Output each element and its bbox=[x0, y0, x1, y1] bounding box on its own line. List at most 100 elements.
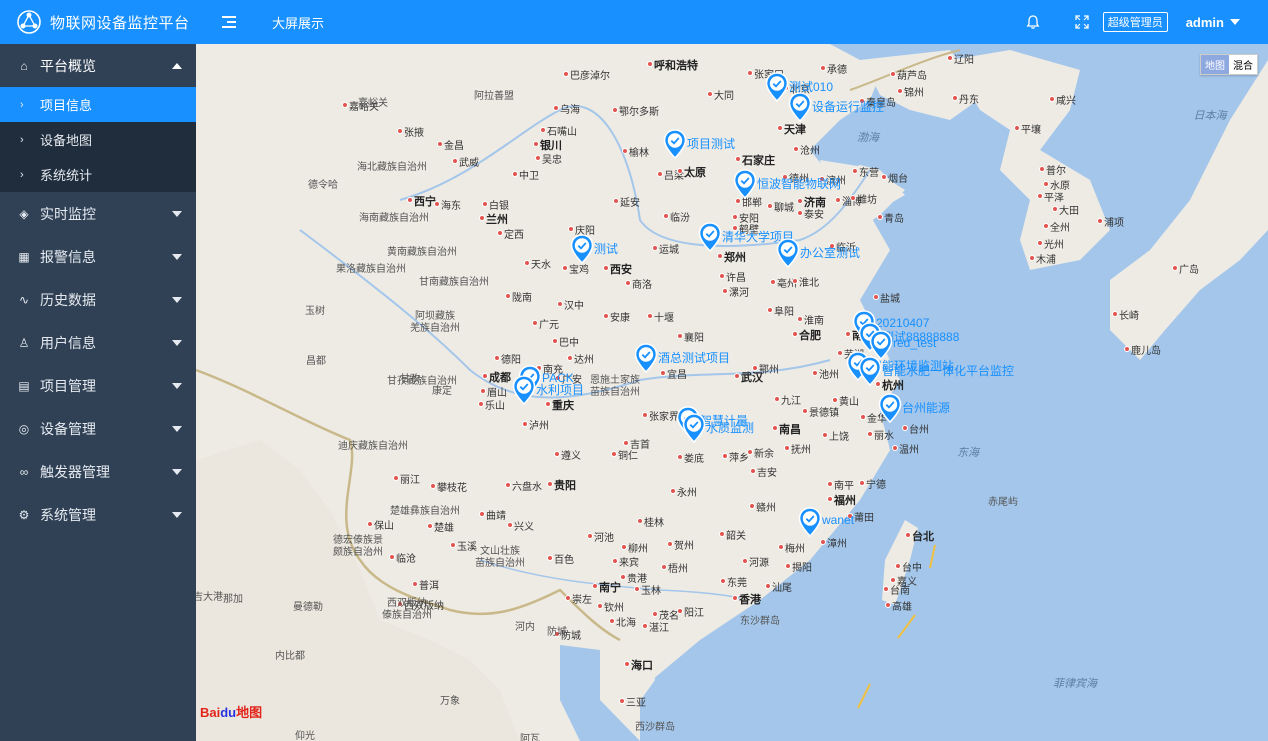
device-icon: ◎ bbox=[18, 421, 30, 436]
chevron-right-icon: › bbox=[20, 168, 24, 181]
city-label: 海东 bbox=[434, 197, 461, 212]
sidebar-item-1[interactable]: ◈ 实时监控 bbox=[0, 192, 196, 235]
user-name[interactable]: admin bbox=[1186, 15, 1224, 30]
city-label: 鄂州 bbox=[752, 361, 779, 376]
city-label: 汉中 bbox=[557, 297, 584, 312]
device-location-marker-icon[interactable] bbox=[663, 129, 687, 160]
marker-label[interactable]: 测试 bbox=[594, 240, 618, 257]
city-label: 白银 bbox=[482, 197, 509, 212]
city-label: 浦项 bbox=[1097, 214, 1124, 229]
city-label: 普尔 bbox=[1039, 162, 1066, 177]
city-label: 吴忠 bbox=[535, 151, 562, 166]
region-label: 东沙群岛 bbox=[740, 616, 780, 627]
marker-label[interactable]: 恒波智能物联网 bbox=[757, 175, 841, 192]
device-location-marker-icon[interactable] bbox=[634, 343, 658, 374]
marker-label[interactable]: 项目测试 bbox=[687, 135, 735, 152]
sidebar-item-label: 历史数据 bbox=[40, 291, 96, 308]
device-location-marker-icon[interactable] bbox=[570, 234, 594, 265]
sidebar-item-4[interactable]: ♙ 用户信息 bbox=[0, 321, 196, 364]
city-label: 丹东 bbox=[952, 91, 979, 106]
sidebar-item-2[interactable]: ▦ 报警信息 bbox=[0, 235, 196, 278]
city-label: 许昌 bbox=[719, 269, 746, 284]
device-location-marker-icon[interactable] bbox=[698, 222, 722, 253]
region-label: 康定 bbox=[432, 386, 452, 397]
sidebar-item-5[interactable]: ▤ 项目管理 bbox=[0, 364, 196, 407]
city-label: 淮南 bbox=[797, 312, 824, 327]
fullscreen-icon[interactable] bbox=[1075, 15, 1089, 29]
role-badge: 超级管理员 bbox=[1102, 12, 1168, 32]
bell-icon[interactable] bbox=[1025, 14, 1041, 30]
marker-label[interactable]: wanet bbox=[822, 513, 854, 527]
city-label: 柳州 bbox=[621, 540, 648, 555]
city-label: 南宁 bbox=[592, 579, 621, 595]
submenu-item-label: 设备地图 bbox=[40, 133, 93, 148]
city-label: 宜昌 bbox=[660, 366, 687, 381]
device-location-marker-icon[interactable] bbox=[878, 393, 902, 424]
sidebar-item-label: 用户信息 bbox=[40, 334, 96, 351]
map-type-hybrid[interactable]: 混合 bbox=[1229, 55, 1257, 74]
hamburger-menu-icon[interactable] bbox=[222, 16, 236, 28]
sea-label: 菲律宾海 bbox=[1053, 678, 1097, 690]
region-label: 阿瓦 bbox=[520, 734, 540, 741]
city-label: 承德 bbox=[820, 61, 847, 76]
city-label: 临汾 bbox=[663, 209, 690, 224]
marker-label[interactable]: 办公室测试 bbox=[800, 244, 860, 261]
map-type-normal[interactable]: 地图 bbox=[1201, 55, 1229, 74]
big-screen-link[interactable]: 大屏展示 bbox=[272, 13, 324, 32]
city-label: 乌海 bbox=[553, 101, 580, 116]
marker-label[interactable]: 水利项目 bbox=[536, 381, 584, 398]
marker-label[interactable]: 台州能源 bbox=[902, 399, 950, 416]
sidebar-item-label: 设备管理 bbox=[40, 420, 96, 437]
user-dropdown-caret-icon[interactable] bbox=[1230, 19, 1240, 25]
city-label: 石嘴山 bbox=[540, 123, 577, 138]
city-label: 崇左 bbox=[565, 591, 592, 606]
region-label: 仰光 bbox=[295, 731, 315, 741]
marker-label[interactable]: 智能水肥一体化平台监控 bbox=[882, 362, 1014, 379]
region-label: 海北藏族自治州 bbox=[357, 162, 427, 173]
city-label: 德阳 bbox=[494, 351, 521, 366]
city-label: 长崎 bbox=[1112, 307, 1139, 322]
device-location-marker-icon[interactable] bbox=[733, 169, 757, 200]
city-label: 福州 bbox=[827, 492, 856, 508]
sidebar-item-3[interactable]: ∿ 历史数据 bbox=[0, 278, 196, 321]
marker-label[interactable]: red_test bbox=[893, 336, 936, 350]
marker-label[interactable]: 设备运行监控 bbox=[812, 98, 884, 115]
device-location-marker-icon[interactable] bbox=[798, 507, 822, 538]
brand[interactable]: 物联网设备监控平台 bbox=[0, 0, 196, 44]
region-label: 楚雄彝族自治州 bbox=[390, 506, 460, 517]
brand-title: 物联网设备监控平台 bbox=[50, 14, 190, 32]
city-label: 高雄 bbox=[885, 598, 912, 613]
city-label: 淮北 bbox=[792, 274, 819, 289]
device-location-marker-icon[interactable] bbox=[765, 72, 789, 103]
city-label: 台北 bbox=[905, 528, 934, 544]
submenu-item-2[interactable]: › 系统统计 bbox=[0, 157, 196, 192]
city-label: 娄底 bbox=[677, 450, 704, 465]
sidebar-item-6[interactable]: ◎ 设备管理 bbox=[0, 407, 196, 450]
sidebar-item-0[interactable]: ⌂ 平台概览 bbox=[0, 44, 196, 87]
city-label: 百色 bbox=[547, 551, 574, 566]
city-label: 鹿儿岛 bbox=[1124, 342, 1161, 357]
device-location-marker-icon[interactable] bbox=[682, 413, 706, 444]
submenu-item-0[interactable]: › 项目信息 bbox=[0, 87, 196, 122]
city-label: 九江 bbox=[774, 392, 801, 407]
submenu-item-label: 系统统计 bbox=[40, 168, 93, 183]
city-label: 新余 bbox=[747, 445, 774, 460]
sidebar-item-8[interactable]: ⚙ 系统管理 bbox=[0, 493, 196, 536]
sidebar-item-7[interactable]: ∞ 触发器管理 bbox=[0, 450, 196, 493]
device-location-marker-icon[interactable] bbox=[776, 238, 800, 269]
device-location-marker-icon[interactable] bbox=[512, 375, 536, 406]
city-label: 木浦 bbox=[1029, 251, 1056, 266]
device-map[interactable]: 巴彦淖尔呼和浩特张家口承德辽阳乌海鄂尔多斯大同北京锦州葫芦岛丹东天津秦皇岛石嘴山… bbox=[196, 44, 1268, 741]
city-label: 泰安 bbox=[797, 206, 824, 221]
city-label: 呼和浩特 bbox=[647, 57, 698, 73]
device-location-marker-icon[interactable] bbox=[858, 356, 882, 387]
city-label: 陇南 bbox=[505, 289, 532, 304]
marker-label[interactable]: 酒总测试项目 bbox=[658, 349, 730, 366]
device-location-marker-icon[interactable] bbox=[788, 92, 812, 123]
submenu-item-1[interactable]: › 设备地图 bbox=[0, 122, 196, 157]
marker-label[interactable]: 水质监测 bbox=[706, 419, 754, 436]
region-label: 防城 bbox=[547, 627, 567, 638]
chevron-down-icon bbox=[172, 511, 182, 518]
city-label: 西宁 bbox=[407, 193, 436, 209]
city-label: 来宾 bbox=[612, 554, 639, 569]
